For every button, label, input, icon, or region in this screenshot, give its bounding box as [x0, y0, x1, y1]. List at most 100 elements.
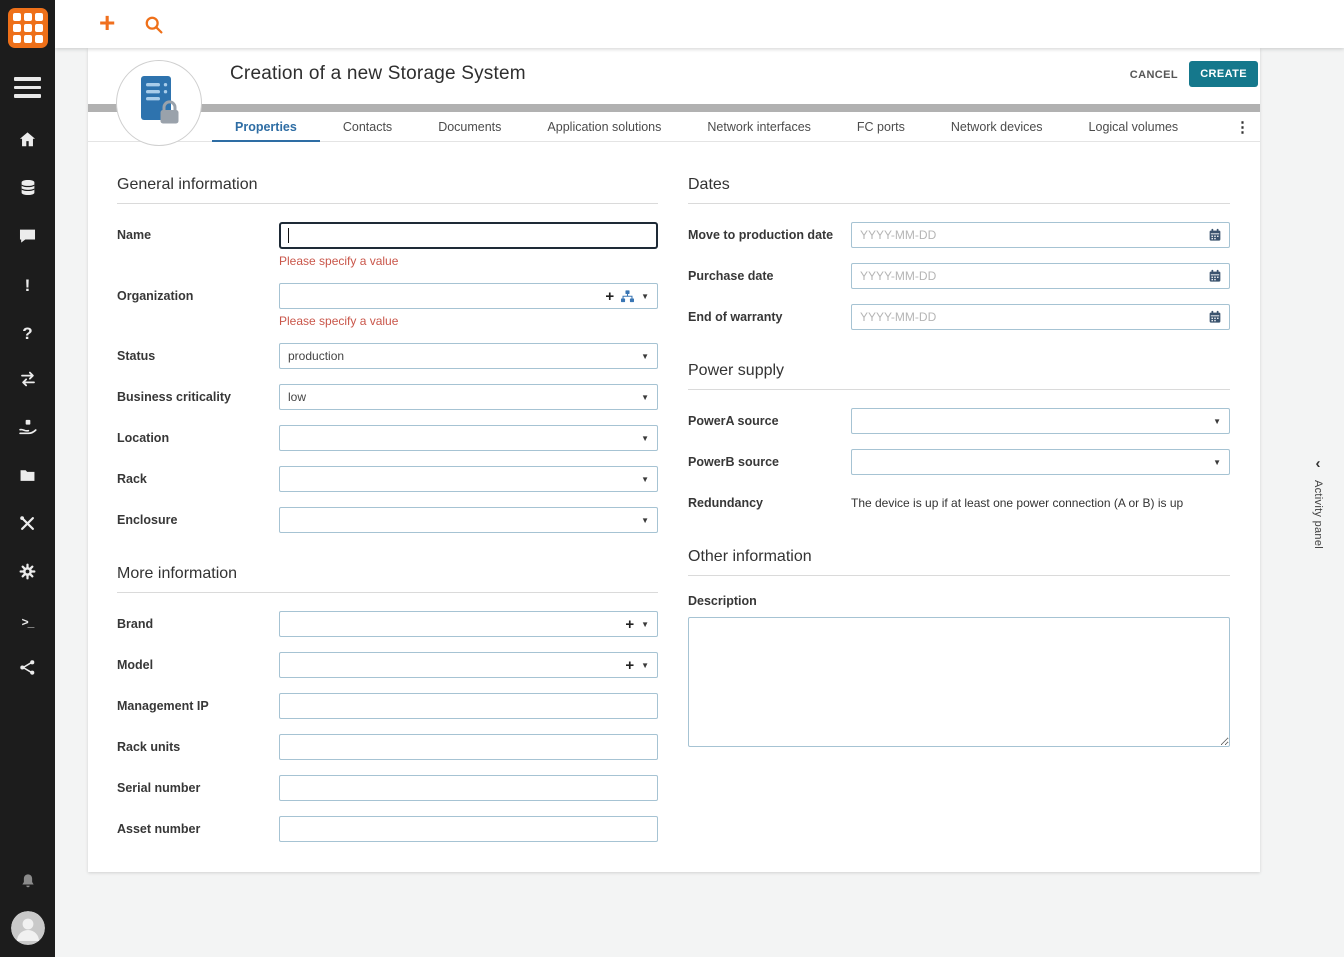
add-model-icon[interactable]: +	[625, 658, 634, 673]
sidebar-item-configuration[interactable]	[0, 454, 55, 502]
activity-panel-label: Activity panel	[1312, 480, 1324, 550]
brand-select[interactable]: + ▼	[279, 611, 658, 637]
folder-icon	[18, 467, 37, 489]
calendar-icon[interactable]	[1208, 228, 1222, 242]
caret-down-icon: ▼	[1213, 457, 1221, 467]
caret-down-icon: ▼	[641, 433, 649, 443]
asset-number-input[interactable]	[279, 816, 658, 842]
alert-icon: !	[24, 276, 31, 295]
hierarchy-icon[interactable]	[621, 289, 635, 303]
sidebar-item-admin-tools[interactable]	[0, 550, 55, 598]
redundancy-text: The device is up if at least one power c…	[851, 496, 1184, 510]
field-management-ip: Management IP	[117, 693, 658, 719]
name-validation-error: Please specify a value	[279, 254, 399, 268]
tab-fc-ports[interactable]: FC ports	[834, 112, 928, 142]
add-brand-icon[interactable]: +	[625, 617, 634, 632]
add-organization-icon[interactable]: +	[605, 289, 614, 304]
tab-application-solutions[interactable]: Application solutions	[524, 112, 684, 142]
redundancy-label: Redundancy	[688, 496, 764, 510]
model-select[interactable]: + ▼	[279, 652, 658, 678]
field-asset-number: Asset number	[117, 816, 658, 842]
tab-logical-volumes[interactable]: Logical volumes	[1066, 112, 1202, 142]
rack-units-input[interactable]	[279, 734, 658, 760]
object-icon-circle	[116, 60, 202, 146]
name-input[interactable]	[279, 222, 658, 249]
caret-down-icon: ▼	[1213, 416, 1221, 426]
field-enclosure: Enclosure ▼	[117, 507, 658, 533]
sidebar-item-services[interactable]	[0, 406, 55, 454]
section-power-supply: Power supply PowerA source ▼ PowerB sour…	[688, 362, 1230, 516]
section-more-information: More information Brand + ▼ Model + ▼ Man…	[117, 565, 658, 842]
search-icon[interactable]	[143, 14, 164, 35]
sidebar-item-changes[interactable]	[0, 358, 55, 406]
power-b-source-label: PowerB source	[688, 455, 780, 469]
tab-documents[interactable]: Documents	[415, 112, 524, 142]
description-label: Description	[688, 594, 757, 608]
section-title: Power supply	[688, 362, 1230, 390]
rack-units-label: Rack units	[117, 740, 181, 754]
status-label: Status	[117, 349, 156, 363]
serial-number-label: Serial number	[117, 781, 201, 795]
tools-icon	[18, 514, 37, 538]
description-textarea[interactable]	[688, 617, 1230, 747]
caret-down-icon: ▼	[641, 619, 649, 629]
terminal-icon: >_	[21, 614, 35, 629]
sidebar-item-problems[interactable]: ?	[0, 310, 55, 358]
organization-validation-error: Please specify a value	[279, 314, 399, 328]
gear-icon	[18, 562, 37, 586]
organization-select[interactable]: + ▼	[279, 283, 658, 309]
chat-icon	[18, 226, 37, 250]
status-select[interactable]: production ▼	[279, 343, 658, 369]
tab-bar: Properties Contacts Documents Applicatio…	[88, 112, 1260, 142]
cancel-button[interactable]: CANCEL	[1124, 68, 1184, 82]
tab-network-devices[interactable]: Network devices	[928, 112, 1066, 142]
power-b-source-select[interactable]: ▼	[851, 449, 1230, 475]
app-logo[interactable]	[0, 0, 55, 55]
notifications-button[interactable]	[19, 872, 37, 896]
field-power-a-source: PowerA source ▼	[688, 408, 1230, 434]
sidebar-item-data-administration[interactable]	[0, 502, 55, 550]
rack-select[interactable]: ▼	[279, 466, 658, 492]
sidebar-item-data[interactable]	[0, 166, 55, 214]
enclosure-select[interactable]: ▼	[279, 507, 658, 533]
storage-system-icon	[133, 74, 185, 133]
page-title: Creation of a new Storage System	[230, 63, 526, 84]
user-avatar[interactable]	[10, 911, 45, 945]
sidebar-item-home[interactable]	[0, 118, 55, 166]
right-column: Dates Move to production date Purchase d…	[688, 176, 1230, 752]
tab-network-interfaces[interactable]: Network interfaces	[684, 112, 834, 142]
end-of-warranty-input[interactable]	[851, 304, 1230, 330]
field-move-to-production-date: Move to production date	[688, 222, 1230, 248]
create-button[interactable]: CREATE	[1189, 61, 1258, 87]
global-add-icon[interactable]: +	[99, 8, 115, 37]
sidebar-item-incidents[interactable]: !	[0, 262, 55, 310]
sidebar-item-toolkit[interactable]: >_	[0, 598, 55, 646]
section-title: More information	[117, 565, 658, 593]
creation-form-card: Creation of a new Storage System CANCEL …	[88, 48, 1260, 872]
business-criticality-label: Business criticality	[117, 390, 231, 404]
move-to-production-date-input[interactable]	[851, 222, 1230, 248]
business-criticality-select[interactable]: low ▼	[279, 384, 658, 410]
tab-properties[interactable]: Properties	[212, 112, 320, 142]
activity-panel-toggle[interactable]: ‹ Activity panel	[1312, 456, 1324, 549]
section-dates: Dates Move to production date Purchase d…	[688, 176, 1230, 330]
calendar-icon[interactable]	[1208, 269, 1222, 283]
menu-toggle-button[interactable]	[0, 69, 55, 106]
enclosure-label: Enclosure	[117, 513, 178, 527]
model-label: Model	[117, 658, 154, 672]
management-ip-input[interactable]	[279, 693, 658, 719]
power-a-source-select[interactable]: ▼	[851, 408, 1230, 434]
tab-contacts[interactable]: Contacts	[320, 112, 415, 142]
section-title: Other information	[688, 548, 1230, 576]
transfer-arrows-icon	[18, 370, 38, 393]
caret-down-icon: ▼	[641, 392, 649, 402]
purchase-date-input[interactable]	[851, 263, 1230, 289]
sidebar-item-data-exchange[interactable]	[0, 646, 55, 694]
database-icon	[19, 178, 37, 202]
serial-number-input[interactable]	[279, 775, 658, 801]
sidebar-item-helpdesk[interactable]	[0, 214, 55, 262]
caret-down-icon: ▼	[641, 291, 649, 301]
calendar-icon[interactable]	[1208, 310, 1222, 324]
location-select[interactable]: ▼	[279, 425, 658, 451]
more-tabs-icon[interactable]: ⋮	[1235, 118, 1250, 136]
